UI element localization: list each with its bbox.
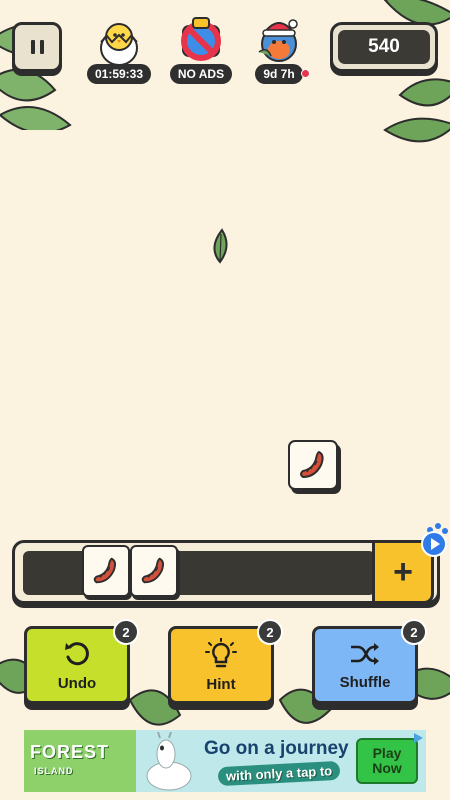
undo-count-badge: 2 — [113, 619, 139, 645]
leaf-icon — [213, 228, 228, 264]
score-value: 540 — [338, 30, 430, 64]
ad-cta-line2: Now — [372, 760, 402, 776]
lightbulb-icon — [205, 637, 237, 667]
shuffle-label: Shuffle — [339, 673, 391, 691]
tray-tile-sausage — [130, 545, 178, 597]
ad-brand-sub: ISLAND — [34, 766, 74, 776]
event-countdown: 9d 7h — [255, 64, 303, 84]
sausage-icon — [300, 450, 324, 479]
pause-icon — [30, 40, 44, 54]
tray-tile-sausage — [82, 545, 130, 597]
tray-slots — [23, 551, 375, 595]
pause-button[interactable] — [12, 22, 62, 72]
hatch-event-button[interactable]: 01:59:33 — [86, 12, 152, 84]
video-ad-icon — [421, 523, 448, 557]
undo-icon — [65, 641, 89, 665]
no-ads-button[interactable]: NO ADS — [168, 12, 234, 84]
ad-tagline: with only a tap to — [217, 760, 341, 787]
ad-headline: Go on a journey — [204, 738, 349, 759]
score-display: 540 — [330, 22, 438, 72]
ad-brand-panel: FOREST ISLAND — [24, 730, 136, 792]
sausage-icon — [141, 557, 165, 584]
event-timer: 01:59:33 — [86, 64, 152, 84]
undo-label: Undo — [57, 674, 97, 692]
sausage-icon — [93, 557, 117, 584]
hint-count-badge: 2 — [257, 619, 283, 645]
notification-dot — [301, 69, 310, 78]
ad-cta-line1: Play — [372, 745, 402, 761]
shuffle-count-badge: 2 — [401, 619, 427, 645]
llama-icon — [146, 732, 192, 791]
ad-play-now-button[interactable]: Play Now — [356, 738, 418, 784]
hint-button[interactable]: Hint 2 — [168, 619, 283, 704]
hint-label: Hint — [206, 675, 236, 693]
undo-button[interactable]: Undo 2 — [24, 619, 139, 704]
no-ads-label: NO ADS — [169, 64, 233, 84]
shuffle-icon — [351, 642, 379, 665]
chick-egg-icon — [100, 23, 138, 66]
ad-banner[interactable]: FOREST ISLAND Go on a journey with only … — [24, 730, 426, 792]
no-ads-icon — [181, 17, 221, 61]
board-tile-sausage[interactable] — [288, 440, 338, 490]
bird-santa-hat-icon — [258, 19, 298, 62]
ad-brand: FOREST — [30, 742, 110, 762]
ad-choices-icon[interactable] — [412, 732, 424, 744]
shuffle-button[interactable]: Shuffle 2 — [312, 619, 427, 704]
winter-event-button[interactable]: 9d 7h — [246, 12, 312, 84]
